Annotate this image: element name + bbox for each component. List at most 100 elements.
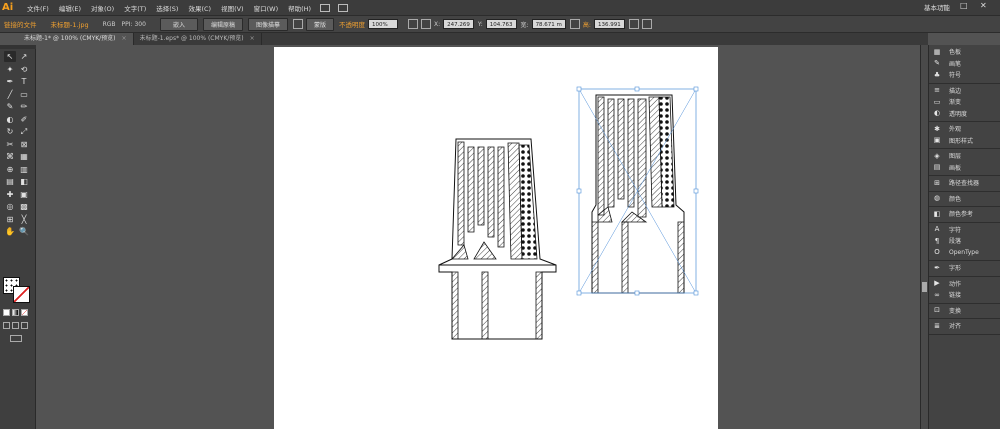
panel-item[interactable]: ◐ 透明度 [929, 108, 1000, 120]
opacity-label[interactable]: 不透明度 [339, 19, 365, 29]
draw-behind-icon[interactable] [12, 322, 19, 329]
tool-13-icon[interactable]: ⤢ [18, 126, 30, 137]
tab-document-1[interactable]: 未标题-1* @ 100% (CMYK/预览) × [18, 33, 134, 45]
tool-28-icon[interactable]: ✋ [4, 226, 16, 237]
tool-0-icon[interactable]: ↖ [4, 51, 16, 62]
panel-item[interactable]: ≡ 描边 [929, 85, 1000, 97]
tool-23-icon[interactable]: ▣ [18, 189, 30, 200]
w-field[interactable]: 78.671 m [531, 19, 566, 29]
panel-item[interactable]: ▶ 动作 [929, 278, 1000, 290]
panel-item[interactable]: ◍ 颜色 [929, 193, 1000, 205]
close-button[interactable]: ✕ [980, 1, 987, 10]
panel-menu-icon[interactable] [641, 19, 652, 29]
menu-view[interactable]: 视图(V) [216, 3, 249, 13]
tool-17-icon[interactable]: ▦ [18, 151, 30, 162]
tool-6-icon[interactable]: ╱ [4, 89, 16, 100]
reference-point-icon[interactable] [421, 19, 431, 29]
artwork-left[interactable] [438, 138, 557, 340]
tool-5-icon[interactable]: T [18, 76, 30, 87]
panel-item[interactable]: ∞ 链接 [929, 289, 1000, 301]
tool-4-icon[interactable]: ✒ [4, 76, 16, 87]
panel-item[interactable]: ≣ 对齐 [929, 320, 1000, 332]
draw-inside-icon[interactable] [21, 322, 28, 329]
arrange-documents-icon[interactable] [338, 3, 349, 12]
stroke-swatch[interactable] [13, 286, 30, 303]
tool-29-icon[interactable]: 🔍 [18, 226, 30, 237]
tool-16-icon[interactable]: ⌘ [4, 151, 16, 162]
panel-item[interactable]: O OpenType [929, 247, 1000, 259]
tool-9-icon[interactable]: ✏ [18, 101, 30, 112]
tool-27-icon[interactable]: ╳ [18, 214, 30, 225]
menu-type[interactable]: 文字(T) [119, 3, 151, 13]
tab-close-icon[interactable]: × [250, 35, 255, 42]
scroll-thumb[interactable] [922, 282, 927, 292]
tool-19-icon[interactable]: ▥ [18, 164, 30, 175]
menu-help[interactable]: 帮助(H) [283, 3, 316, 13]
menu-object[interactable]: 对象(O) [86, 3, 119, 13]
color-icon[interactable] [3, 309, 10, 316]
menu-edit[interactable]: 编辑(E) [54, 3, 86, 13]
panel-item[interactable]: ⊡ 变换 [929, 305, 1000, 317]
panel-item[interactable]: ▭ 渐变 [929, 96, 1000, 108]
panel-grip[interactable] [0, 45, 36, 49]
menu-select[interactable]: 选择(S) [151, 3, 183, 13]
panel-item[interactable]: ▣ 图形样式 [929, 135, 1000, 147]
tool-14-icon[interactable]: ✂ [4, 139, 16, 150]
tool-11-icon[interactable]: ✐ [18, 114, 30, 125]
tool-1-icon[interactable]: ↗ [18, 51, 30, 62]
panel-item[interactable]: ♣ 符号 [929, 69, 1000, 81]
panel-item[interactable]: A 字符 [929, 224, 1000, 236]
panel-item[interactable]: ✱ 外观 [929, 123, 1000, 135]
image-trace-button[interactable]: 图像描摹 [247, 17, 288, 31]
tool-21-icon[interactable]: ◧ [18, 176, 30, 187]
menu-file[interactable]: 文件(F) [22, 3, 54, 13]
tool-10-icon[interactable]: ◐ [4, 114, 16, 125]
menu-effect[interactable]: 效果(C) [183, 3, 216, 13]
draw-normal-icon[interactable] [3, 322, 10, 329]
opacity-field[interactable]: 100% [368, 19, 398, 29]
tool-25-icon[interactable]: ▩ [18, 201, 30, 212]
panel-item[interactable]: ◧ 颜色参考 [929, 208, 1000, 220]
tool-12-icon[interactable]: ↻ [4, 126, 16, 137]
panel-item[interactable]: ¶ 段落 [929, 235, 1000, 247]
artwork-right[interactable] [591, 94, 685, 294]
vertical-scrollbar[interactable] [920, 45, 928, 429]
transform-icon[interactable] [628, 19, 639, 29]
menu-window[interactable]: 窗口(W) [249, 3, 284, 13]
tool-24-icon[interactable]: ◎ [4, 201, 16, 212]
tab-document-2[interactable]: 未标题-1.eps* @ 100% (CMYK/预览) × [134, 33, 262, 45]
canvas-area[interactable] [36, 45, 920, 429]
gradient-icon[interactable] [12, 309, 19, 316]
align-icon[interactable] [408, 19, 418, 29]
panel-item[interactable]: ⊞ 路径查找器 [929, 177, 1000, 189]
tool-8-icon[interactable]: ✎ [4, 101, 16, 112]
panel-item[interactable]: ▦ 色板 [929, 46, 1000, 58]
tool-15-icon[interactable]: ⊠ [18, 139, 30, 150]
trace-options-icon[interactable] [292, 19, 303, 29]
embed-button[interactable]: 嵌入 [159, 17, 198, 31]
panel-item[interactable]: ◈ 图层 [929, 150, 1000, 162]
mask-button[interactable]: 蒙版 [305, 17, 334, 31]
maximize-button[interactable]: □ [960, 1, 968, 10]
x-field[interactable]: 247.269 [443, 19, 474, 29]
panel-item[interactable]: ✎ 画笔 [929, 58, 1000, 70]
linked-file-label[interactable]: 链接的文件 [4, 19, 37, 29]
bridge-icon[interactable] [320, 3, 331, 12]
edit-original-button[interactable]: 编辑原稿 [202, 17, 243, 31]
linked-filename[interactable]: 未标题-1.jpg [51, 19, 89, 29]
y-field[interactable]: 104.763 [485, 19, 517, 29]
tool-22-icon[interactable]: ✚ [4, 189, 16, 200]
tool-3-icon[interactable]: ⟲ [18, 64, 30, 75]
artboard[interactable] [274, 47, 718, 429]
screen-mode-icon[interactable] [10, 335, 22, 342]
link-proportions-icon[interactable] [569, 19, 580, 29]
panel-item[interactable]: ✒ 字形 [929, 262, 1000, 274]
tool-26-icon[interactable]: ⊞ [4, 214, 16, 225]
panel-item[interactable]: ▤ 画板 [929, 162, 1000, 174]
tool-2-icon[interactable]: ✦ [4, 64, 16, 75]
none-icon[interactable] [21, 309, 28, 316]
tab-close-icon[interactable]: × [122, 35, 127, 42]
tool-18-icon[interactable]: ⊕ [4, 164, 16, 175]
tool-20-icon[interactable]: ▤ [4, 176, 16, 187]
h-field[interactable]: 136.991 [593, 19, 625, 29]
